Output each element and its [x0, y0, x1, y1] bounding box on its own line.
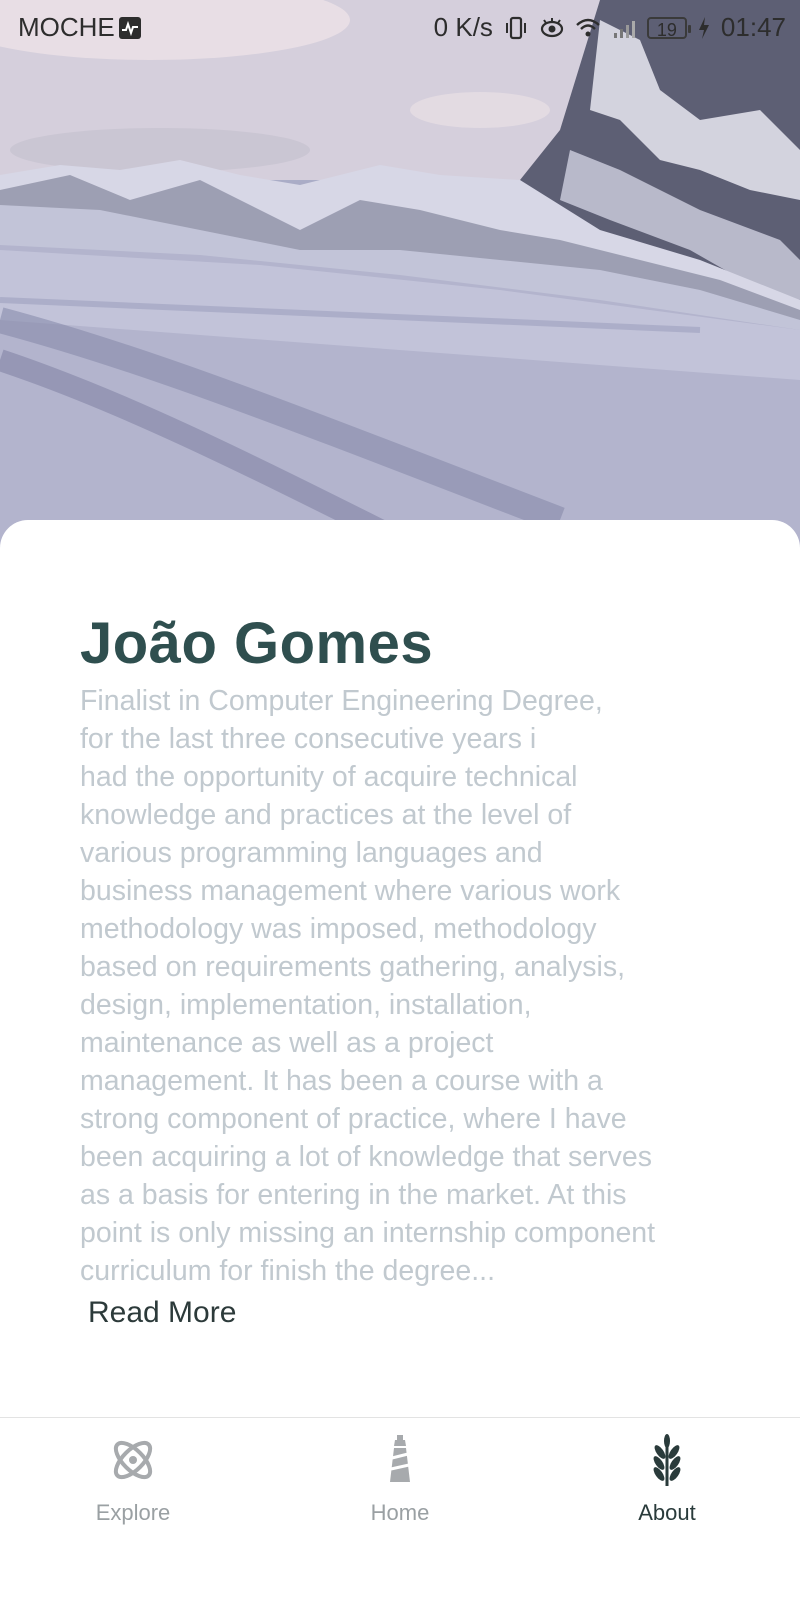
- carrier: MOCHE: [18, 12, 141, 43]
- wifi-icon: [575, 15, 601, 41]
- status-bar: MOCHE 0 K/s 19 01:47: [0, 0, 800, 56]
- clock: 01:47: [720, 12, 786, 42]
- signal-icon: [611, 15, 637, 41]
- battery-icon: 19: [646, 16, 691, 40]
- hero-image: [0, 0, 800, 560]
- charging-icon: [697, 15, 711, 41]
- atom-icon: [105, 1432, 161, 1488]
- read-more-button[interactable]: Read More: [88, 1296, 236, 1330]
- tab-home[interactable]: Home: [267, 1418, 533, 1558]
- tab-home-label: Home: [370, 1500, 430, 1525]
- wheat-icon: [639, 1432, 695, 1488]
- profile-bio: Finalist in Computer Engineering Degree,…: [80, 685, 656, 1287]
- tab-explore[interactable]: Explore: [0, 1418, 266, 1558]
- bottom-navigation: Explore Home About: [0, 1417, 800, 1617]
- lighthouse-icon: [372, 1432, 428, 1488]
- vibrate-icon: [503, 15, 529, 41]
- eye-icon: [539, 15, 565, 41]
- profile-name: João Gomes: [80, 611, 434, 676]
- carrier-label: MOCHE: [18, 12, 115, 42]
- tab-about[interactable]: About: [534, 1418, 800, 1558]
- network-speed: 0 K/s: [433, 12, 493, 42]
- tab-about-label: About: [638, 1500, 696, 1525]
- tab-explore-label: Explore: [95, 1500, 171, 1525]
- activity-icon: [118, 16, 141, 39]
